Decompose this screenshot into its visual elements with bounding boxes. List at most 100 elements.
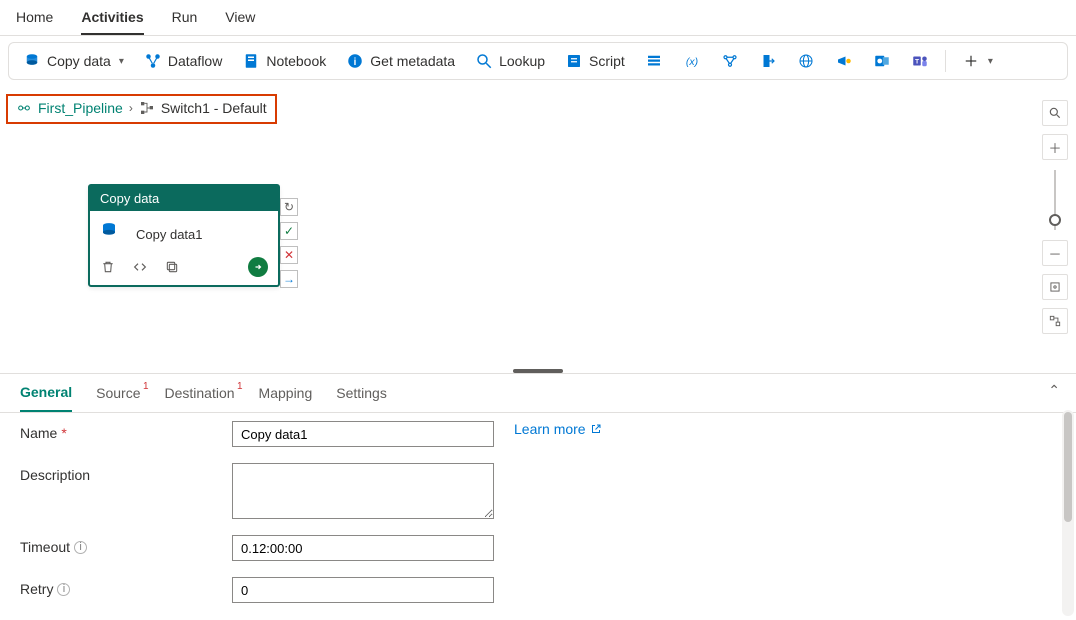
menu-activities[interactable]: Activities bbox=[81, 1, 143, 35]
activity-side-actions: ↻ ✓ ✕ → bbox=[280, 198, 298, 288]
toolbar-outlook-icon[interactable] bbox=[865, 48, 899, 74]
tab-mapping[interactable]: Mapping bbox=[259, 385, 313, 411]
copy-icon[interactable] bbox=[164, 259, 180, 275]
collapse-panel-icon[interactable]: ⌃ bbox=[1048, 382, 1060, 399]
megaphone-icon bbox=[835, 52, 853, 70]
teams-icon: T bbox=[911, 52, 929, 70]
info-icon[interactable]: i bbox=[57, 583, 70, 596]
script-icon bbox=[565, 52, 583, 70]
search-zoom-icon[interactable] bbox=[1042, 100, 1068, 126]
toolbar-copy-data-label: Copy data bbox=[47, 53, 111, 69]
variable-icon: (x) bbox=[683, 52, 701, 70]
toolbar-copy-data[interactable]: Copy data ▾ bbox=[15, 48, 132, 74]
search-icon bbox=[475, 52, 493, 70]
run-activity-icon[interactable] bbox=[248, 257, 268, 277]
name-label: Name bbox=[20, 425, 57, 441]
side-success[interactable]: ✓ bbox=[280, 222, 298, 240]
tab-source-badge: 1 bbox=[143, 381, 149, 392]
dataflow-icon bbox=[144, 52, 162, 70]
toolbar-teams-icon[interactable]: T bbox=[903, 48, 937, 74]
breadcrumb-root[interactable]: First_Pipeline bbox=[38, 100, 123, 116]
chevron-down-icon: ▾ bbox=[119, 56, 124, 67]
zoom-handle[interactable] bbox=[1049, 214, 1061, 226]
chevron-down-icon: ▾ bbox=[988, 56, 993, 67]
side-output[interactable]: → bbox=[280, 270, 298, 288]
database-icon bbox=[23, 52, 41, 70]
toolbar-dataflow[interactable]: Dataflow bbox=[136, 48, 230, 74]
retry-label: Retry bbox=[20, 581, 53, 597]
pipeline-icon bbox=[16, 100, 32, 116]
retry-input[interactable] bbox=[232, 577, 494, 603]
external-link-icon bbox=[590, 423, 602, 435]
activity-card-copy-data[interactable]: Copy data Copy data1 bbox=[88, 184, 280, 287]
properties-scrollbar[interactable] bbox=[1062, 410, 1074, 616]
properties-tabs: General Source1 Destination1 Mapping Set… bbox=[0, 374, 1076, 413]
code-icon[interactable] bbox=[132, 259, 148, 275]
toolbar-lookup-label: Lookup bbox=[499, 53, 545, 69]
timeout-input[interactable] bbox=[232, 535, 494, 561]
toolbar-dataflow-label: Dataflow bbox=[168, 53, 222, 69]
toolbar-list-icon[interactable] bbox=[637, 48, 671, 74]
timeout-label: Timeout bbox=[20, 539, 70, 555]
toolbar-lookup[interactable]: Lookup bbox=[467, 48, 553, 74]
scrollbar-thumb[interactable] bbox=[1064, 412, 1072, 522]
toolbar-notebook-label: Notebook bbox=[266, 53, 326, 69]
toolbar-notebook[interactable]: Notebook bbox=[234, 48, 334, 74]
side-failure[interactable]: ✕ bbox=[280, 246, 298, 264]
list-icon bbox=[645, 52, 663, 70]
toolbar-get-metadata[interactable]: i Get metadata bbox=[338, 48, 463, 74]
toolbar-variable-icon[interactable]: (x) bbox=[675, 48, 709, 74]
tab-source-label: Source bbox=[96, 385, 140, 401]
svg-text:(x): (x) bbox=[686, 56, 698, 68]
tab-source[interactable]: Source1 bbox=[96, 385, 140, 411]
globe-icon bbox=[797, 52, 815, 70]
tab-general[interactable]: General bbox=[20, 384, 72, 412]
activity-card-name: Copy data1 bbox=[136, 227, 203, 242]
tab-destination-badge: 1 bbox=[237, 381, 243, 392]
outlook-icon bbox=[873, 52, 891, 70]
tab-destination-label: Destination bbox=[165, 385, 235, 401]
toolbar-script[interactable]: Script bbox=[557, 48, 633, 74]
toolbar-script-label: Script bbox=[589, 53, 625, 69]
menu-run[interactable]: Run bbox=[172, 1, 198, 35]
delete-icon[interactable] bbox=[100, 259, 116, 275]
svg-text:i: i bbox=[354, 57, 357, 68]
pipeline-canvas[interactable]: First_Pipeline › Switch1 - Default Copy … bbox=[0, 88, 1076, 373]
switch-icon bbox=[139, 100, 155, 116]
zoom-out-button[interactable]: － bbox=[1042, 240, 1068, 266]
graph-icon bbox=[721, 52, 739, 70]
zoom-slider[interactable] bbox=[1054, 170, 1056, 230]
notebook-icon bbox=[242, 52, 260, 70]
name-input[interactable] bbox=[232, 421, 494, 447]
toolbar-graph-icon[interactable] bbox=[713, 48, 747, 74]
toolbar-globe-icon[interactable] bbox=[789, 48, 823, 74]
tab-destination[interactable]: Destination1 bbox=[165, 385, 235, 411]
toolbar-door-icon[interactable] bbox=[751, 48, 785, 74]
tab-settings[interactable]: Settings bbox=[336, 385, 387, 411]
description-label: Description bbox=[20, 467, 90, 483]
learn-more-link[interactable]: Learn more bbox=[514, 421, 602, 437]
activities-toolbar: Copy data ▾ Dataflow Notebook i Get meta… bbox=[8, 42, 1068, 80]
side-refresh[interactable]: ↻ bbox=[280, 198, 298, 216]
activity-card-header: Copy data bbox=[90, 186, 278, 211]
menu-view[interactable]: View bbox=[225, 1, 255, 35]
door-icon bbox=[759, 52, 777, 70]
zoom-in-button[interactable]: ＋ bbox=[1042, 134, 1068, 160]
description-input[interactable] bbox=[232, 463, 494, 519]
toolbar-separator bbox=[945, 50, 946, 72]
toolbar-megaphone-icon[interactable] bbox=[827, 48, 861, 74]
auto-layout-button[interactable] bbox=[1042, 308, 1068, 334]
breadcrumb-separator: › bbox=[129, 101, 133, 115]
menu-tabs: Home Activities Run View bbox=[0, 0, 1076, 36]
breadcrumb: First_Pipeline › Switch1 - Default bbox=[6, 94, 277, 124]
zoom-controls: ＋ － bbox=[1042, 100, 1068, 334]
database-icon bbox=[100, 221, 126, 247]
learn-more-label: Learn more bbox=[514, 421, 586, 437]
info-icon[interactable]: i bbox=[74, 541, 87, 554]
properties-panel: General Source1 Destination1 Mapping Set… bbox=[0, 373, 1076, 620]
toolbar-add-more[interactable]: ▾ bbox=[954, 48, 1001, 74]
menu-home[interactable]: Home bbox=[16, 1, 53, 35]
info-icon: i bbox=[346, 52, 364, 70]
toolbar-get-metadata-label: Get metadata bbox=[370, 53, 455, 69]
fit-screen-button[interactable] bbox=[1042, 274, 1068, 300]
